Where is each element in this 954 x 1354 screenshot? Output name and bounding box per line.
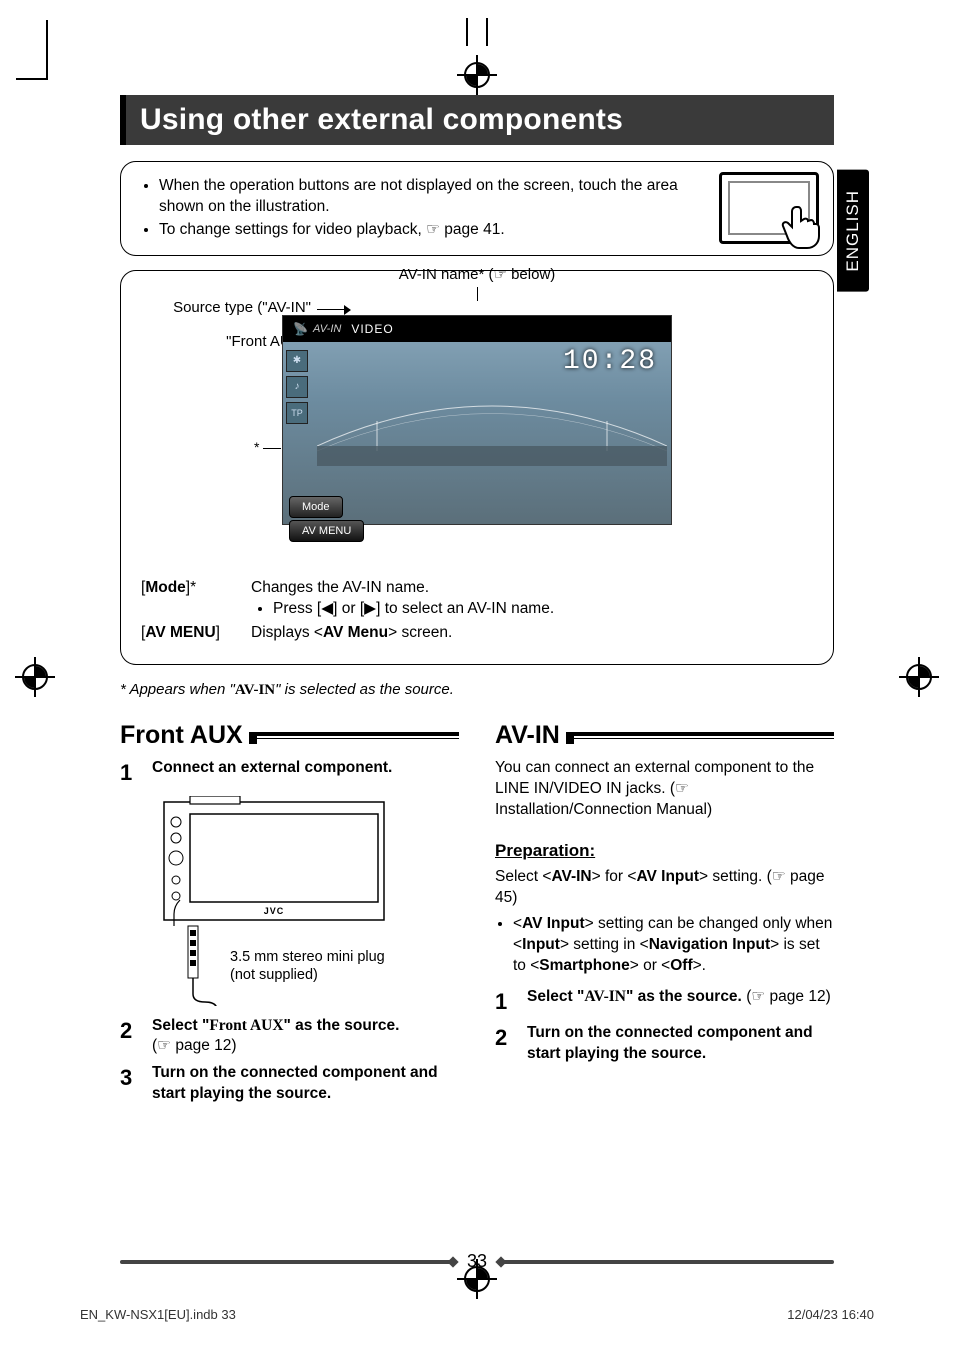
print-timestamp: 12/04/23 16:40 [787,1307,874,1322]
legend-val-avmenu: Displays <AV Menu> screen. [251,622,452,644]
front-aux-section: Front AUX 1 Connect an external componen… [120,721,459,1111]
print-footer: EN_KW-NSX1[EU].indb 33 12/04/23 16:40 [80,1307,874,1322]
step-text: Turn on the connected component and star… [152,1064,438,1102]
left-arrow-icon: ◀ [321,600,333,617]
jvc-logo: JVC [264,906,285,916]
screen-description-box: AV-IN name* (☞ below) Source type ("AV-I… [120,270,834,665]
page-ref: (☞ page 12) [746,988,831,1005]
heading-rule [568,732,834,739]
page-content: ENGLISH Using other external components … [120,95,834,1234]
step-number: 2 [120,1016,140,1058]
plug-label-1: 3.5 mm stereo mini plug [230,949,385,965]
av-in-section: AV-IN You can connect an external compon… [495,721,834,1111]
touch-screen-illustration [719,172,819,244]
side-icon-column: ✱ ♪ TP [283,346,311,428]
satellite-icon: 📡 [293,322,303,336]
device-illustration: JVC [150,796,459,1010]
print-file-name: EN_KW-NSX1[EU].indb 33 [80,1307,236,1322]
step-number: 3 [120,1063,140,1105]
crop-mark [466,18,488,46]
equalizer-icon: ♪ [286,376,308,398]
step-number: 1 [495,987,515,1017]
legend-val-mode: Changes the AV-IN name. [251,579,429,596]
source-type-label: AV-IN [313,323,341,335]
tp-icon: TP [286,402,308,424]
callout-line [477,287,478,301]
video-title-label: VIDEO [351,322,393,336]
registration-mark-bottom [464,1266,490,1292]
bluetooth-icon: ✱ [286,350,308,372]
registration-mark-left [22,664,48,690]
callout-avin-name: AV-IN name* (☞ below) [399,265,556,283]
hand-touch-icon [778,203,822,251]
tip-item: When the operation buttons are not displ… [159,176,693,218]
legend-sub-mode: Press [◀] or [▶] to select an AV-IN name… [273,598,554,620]
legend: [Mode]* Changes the AV-IN name. Press [◀… [141,577,813,644]
language-tab: ENGLISH [837,170,869,292]
section-heading: Front AUX [120,721,243,750]
av-menu-button[interactable]: AV MENU [289,520,364,542]
legend-key-mode: [Mode]* [141,577,251,620]
section-heading: AV-IN [495,721,560,750]
clock-display: 10:28 [563,346,657,377]
step-text: Select "Front AUX" as the source. [152,1017,399,1034]
step-number: 1 [120,758,140,788]
page-ref: (☞ page 12) [152,1037,237,1054]
legend-key-avmenu: [AV MENU] [141,622,251,644]
heading-rule [251,732,459,739]
step-number: 2 [495,1023,515,1065]
preparation-heading: Preparation: [495,841,595,861]
registration-mark-right [906,664,932,690]
device-screenshot: 📡 AV-IN VIDEO 10:28 ✱ ♪ TP Mode AV M [282,315,672,525]
tip-item: To change settings for video playback, ☞… [159,220,693,241]
step-text: Connect an external component. [152,759,392,776]
mode-button[interactable]: Mode [289,496,343,518]
registration-mark-top [464,62,490,88]
preparation-bullet: <AV Input> setting can be changed only w… [513,914,834,977]
av-in-intro: You can connect an external component to… [495,758,834,821]
step-text: Select "AV-IN" as the source. [527,988,746,1005]
footnote: * Appears when "AV-IN" is selected as th… [120,681,834,699]
plug-label-2: (not supplied) [230,967,318,983]
right-arrow-icon: ▶ [364,600,376,617]
background-image-bridge [317,396,667,466]
crop-mark-tl [46,20,48,80]
main-heading: Using other external components [120,95,834,145]
step-text: Turn on the connected component and star… [527,1024,813,1062]
tip-box: When the operation buttons are not displ… [120,161,834,256]
preparation-line: Select <AV-IN> for <AV Input> setting. (… [495,867,834,909]
